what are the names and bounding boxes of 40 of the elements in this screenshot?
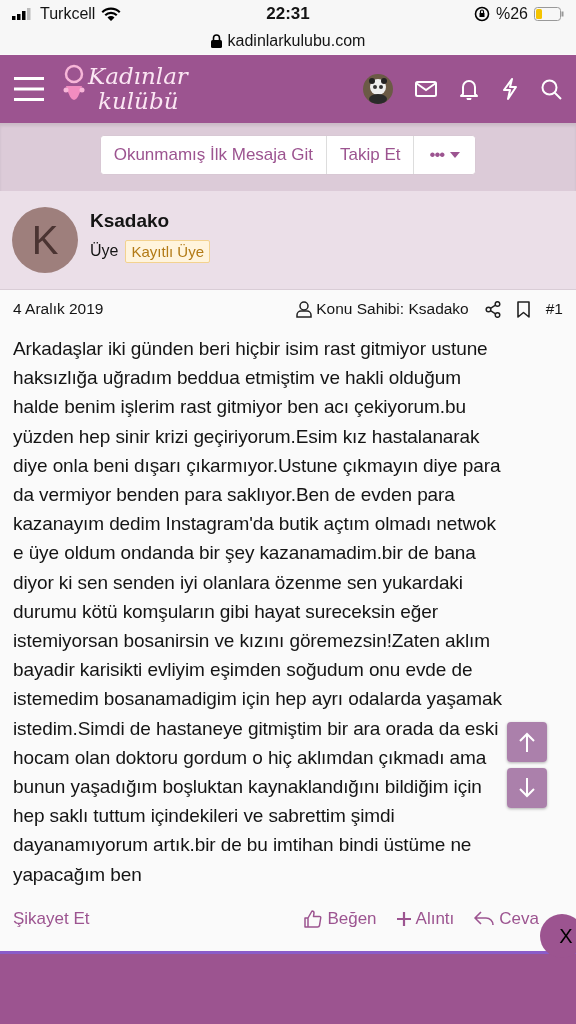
post-date[interactable]: 4 Aralık 2019 <box>13 300 104 318</box>
battery-icon <box>534 7 564 21</box>
username[interactable]: Ksadako <box>90 209 210 232</box>
user-avatar[interactable]: K <box>12 207 78 273</box>
logo-text[interactable]: kulübü <box>88 89 188 114</box>
post-number[interactable]: #1 <box>545 300 563 318</box>
member-badge: Kayıtlı Üye <box>125 239 210 263</box>
logo-text[interactable]: Kadınlar <box>88 64 188 89</box>
scroll-down-button[interactable] <box>507 768 547 808</box>
report-link[interactable]: Şikayet Et <box>13 908 90 929</box>
lightning-icon[interactable] <box>501 78 519 100</box>
plus-icon <box>396 911 411 926</box>
arrow-down-icon <box>519 778 535 798</box>
user-icon <box>296 300 313 318</box>
caret-icon <box>450 152 461 158</box>
thumbs-up-icon <box>304 909 323 928</box>
quote-link[interactable]: Alıntı <box>396 908 455 929</box>
user-role: Üye <box>90 242 119 260</box>
menu-icon[interactable] <box>14 77 44 101</box>
clock-time: 22:31 <box>266 4 310 24</box>
scroll-up-button[interactable] <box>507 722 547 762</box>
url-text[interactable]: kadinlarkulubu.com <box>227 32 366 50</box>
battery-percent: %26 <box>495 5 528 23</box>
bookmark-icon[interactable] <box>516 300 530 318</box>
rotation-lock-icon <box>473 6 490 22</box>
thread-button[interactable]: Okunmamış İlk Mesaja Git <box>100 136 327 174</box>
bell-icon[interactable] <box>459 78 479 100</box>
share-icon[interactable] <box>484 300 501 318</box>
like-link[interactable]: Beğen <box>304 908 377 929</box>
post-body: Arkadaşlar iki günden beri hiçbir isim rast gitmiyor ustune haksızlığa uğradım beddua etmiştim ve hakli olduğum halde benim işlerim rast gitmiyor ben acı çekiyorum.bu yüzden hep sinir krizi geçiriyorum.Esim kız hastalanarak diye onla beni dışarı çıkarmıyor.Ustune çıkmayın diye para da vermiyor benden para saklıyor.Ben de evden para kazanayım dedim Instagram'da butik açtım olmadı netwok e üye oldum ondanda bir şey kazanamadim.bir de bana diyor ki sen senden iyi olanlara özenme sen yukardaki durumu kötü komşuların gibi hayat sureceksin eğer istemiyorsan bosanirsin ve kızını göremezsin!Zaten aklım bayadir karisikti evliyim eşimden soğudum onu evde de istemedim bosanamadigim için hep ayrı odalarda yaşamak istedim.Simdi de hastaneye gitmiştim bir ara orada da eski hocam olan doktoru gordum o hiç aklımdan çıkmadı ama bunun yaşadığım boşluktan kaynaklandığını bildiğim için hep saklı tuttum içindekileri ve sabrettim şimdi dayanamıyorum artık.bir de bu imtihan bindi üstüme ne yapacağım ben <box>12 337 503 887</box>
arrow-up-icon <box>519 732 535 752</box>
signal-icon <box>12 8 34 20</box>
carrier-name: Turkcell <box>40 5 96 23</box>
reply-arrow-icon <box>474 910 495 927</box>
thread-owner-label: Konu Sahibi: Ksadako <box>316 300 469 318</box>
search-icon[interactable] <box>541 78 562 100</box>
wifi-icon <box>101 7 122 21</box>
lock-icon <box>210 34 222 48</box>
reply-link[interactable]: Ceva <box>474 908 539 929</box>
mail-icon[interactable] <box>415 81 437 97</box>
